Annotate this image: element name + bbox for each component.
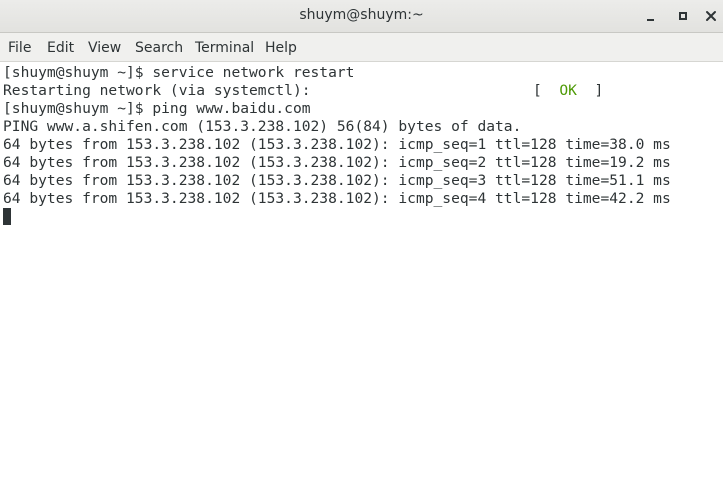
- menu-terminal[interactable]: Terminal: [195, 40, 254, 56]
- terminal-line: [shuym@shuym ~]$ ping www.baidu.com: [3, 100, 311, 117]
- terminal-line: Restarting network (via systemctl):: [3, 82, 311, 99]
- terminal-line: 64 bytes from 153.3.238.102 (153.3.238.1…: [3, 154, 671, 171]
- terminal-output[interactable]: [shuym@shuym ~]$ service network restart…: [0, 62, 723, 484]
- status-close-bracket: ]: [594, 82, 604, 99]
- text-cursor: [3, 208, 11, 225]
- maximize-button[interactable]: [673, 5, 695, 27]
- title-bar[interactable]: shuym@shuym:~: [0, 0, 723, 33]
- terminal-line: [shuym@shuym ~]$ service network restart: [3, 64, 355, 81]
- scrollbar[interactable]: [715, 62, 723, 484]
- maximize-icon: [679, 12, 687, 20]
- menu-search[interactable]: Search: [135, 40, 183, 56]
- terminal-line: PING www.a.shifen.com (153.3.238.102) 56…: [3, 118, 522, 135]
- menu-view[interactable]: View: [88, 40, 121, 56]
- menu-help[interactable]: Help: [265, 40, 297, 56]
- minimize-icon: [647, 19, 654, 21]
- status-open-bracket: [: [533, 82, 542, 99]
- close-icon: [706, 11, 716, 21]
- window-title: shuym@shuym:~: [299, 7, 424, 23]
- close-button[interactable]: [700, 5, 722, 27]
- menu-file[interactable]: File: [8, 40, 31, 56]
- terminal-line: 64 bytes from 153.3.238.102 (153.3.238.1…: [3, 172, 671, 189]
- terminal-line: 64 bytes from 153.3.238.102 (153.3.238.1…: [3, 136, 671, 153]
- terminal-line: 64 bytes from 153.3.238.102 (153.3.238.1…: [3, 190, 671, 207]
- menu-edit[interactable]: Edit: [47, 40, 74, 56]
- minimize-button[interactable]: [640, 5, 662, 27]
- terminal-window: shuym@shuym:~ File Edit View Search Term…: [0, 0, 723, 484]
- status-ok: OK: [559, 82, 577, 99]
- menu-bar: File Edit View Search Terminal Help: [0, 33, 723, 62]
- status-ok-indicator: [ OK ]: [533, 82, 603, 100]
